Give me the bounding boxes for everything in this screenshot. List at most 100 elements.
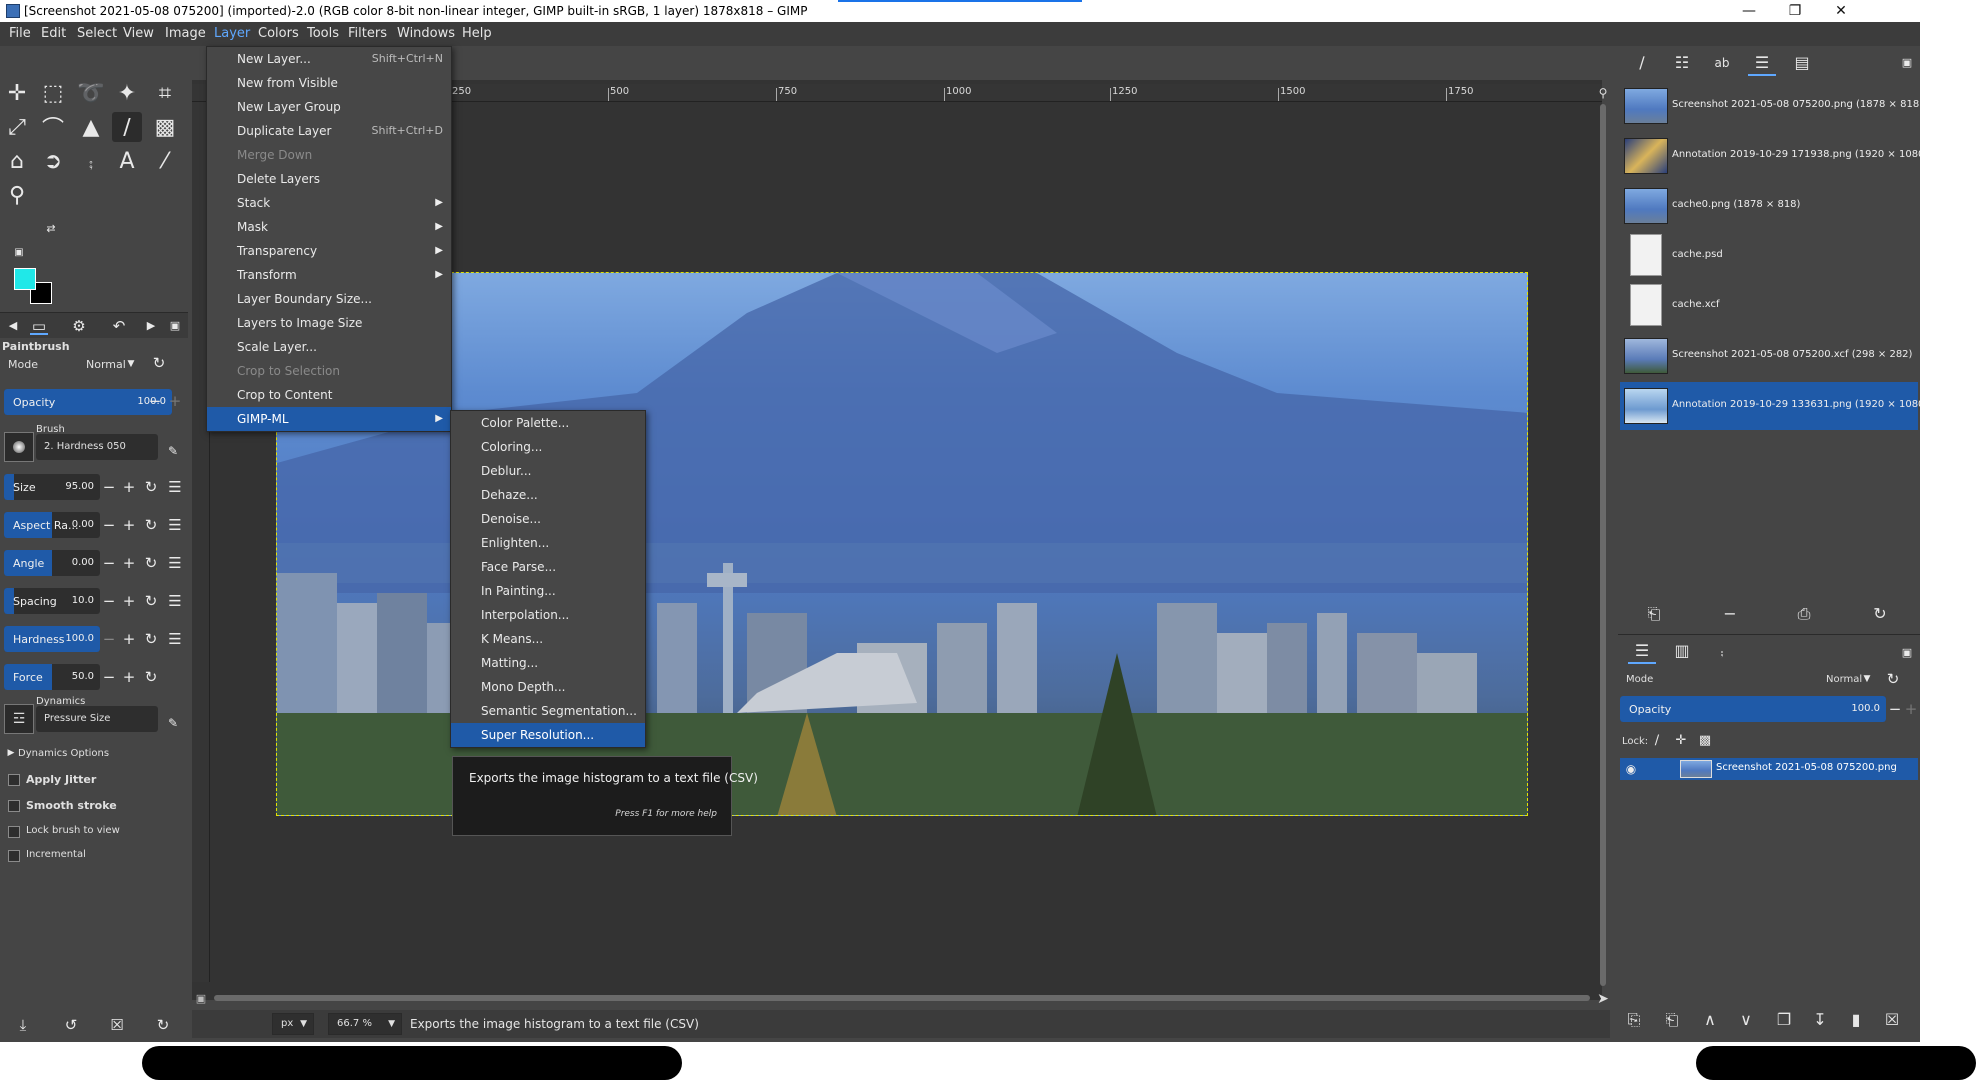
gimp-ml-enlighten[interactable]: Enlighten... <box>451 531 645 555</box>
navigate-corner-icon[interactable]: ▣ <box>192 990 210 1008</box>
aspect-minus-icon[interactable]: − <box>100 516 118 534</box>
brush-preview[interactable] <box>4 432 34 462</box>
hardness-reset-icon[interactable]: ↻ <box>142 630 160 648</box>
image-list-item[interactable]: cache.xcf <box>1620 282 1918 330</box>
smooth-stroke-checkbox[interactable] <box>8 800 20 812</box>
raise-display-icon[interactable]: ⎗ <box>1642 602 1666 626</box>
lower-layer-icon[interactable]: ∨ <box>1734 1008 1758 1032</box>
unit-selector[interactable]: px ▼ <box>272 1013 314 1035</box>
menu-filters[interactable]: Filters <box>340 22 395 46</box>
tab-device-status[interactable]: ⚙ <box>70 317 88 335</box>
size-reset-icon[interactable]: ↻ <box>142 478 160 496</box>
gimp-ml-color-palette[interactable]: Color Palette... <box>451 411 645 435</box>
brush-edit-icon[interactable]: ✎ <box>164 442 182 460</box>
maximize-button[interactable]: ❐ <box>1772 0 1818 22</box>
minimize-button[interactable]: — <box>1726 0 1772 22</box>
hardness-minus-icon[interactable]: − <box>100 630 118 648</box>
merge-layer-icon[interactable]: ↧ <box>1808 1008 1832 1032</box>
gimp-ml-face-parse[interactable]: Face Parse... <box>451 555 645 579</box>
gimp-ml-mono-depth[interactable]: Mono Depth... <box>451 675 645 699</box>
spacing-reset-icon[interactable]: ↻ <box>142 592 160 610</box>
menu-item-new-layer-group[interactable]: New Layer Group <box>207 95 451 119</box>
aspect-reset-icon[interactable]: ↻ <box>142 516 160 534</box>
mode-reset-icon[interactable]: ↻ <box>150 354 168 372</box>
tab-right-arrow-icon[interactable]: ▶ <box>142 317 160 335</box>
duplicate-layer-icon[interactable]: ❐ <box>1772 1008 1796 1032</box>
layers-tab-icon[interactable]: ☰ <box>1628 638 1656 664</box>
menu-item-layer-boundary-size[interactable]: Layer Boundary Size... <box>207 287 451 311</box>
force-minus-icon[interactable]: − <box>100 668 118 686</box>
dynamics-edit-icon[interactable]: ✎ <box>164 714 182 732</box>
force-slider[interactable]: Force 50.0 <box>4 664 100 690</box>
gimp-ml-super-resolution[interactable]: Super Resolution... <box>451 723 645 747</box>
menu-item-new-from-visible[interactable]: New from Visible <box>207 71 451 95</box>
channels-tab-icon[interactable]: ▥ <box>1668 638 1696 664</box>
gimp-ml-dehaze[interactable]: Dehaze... <box>451 483 645 507</box>
size-link-icon[interactable]: ☰ <box>166 478 184 496</box>
delete-tool-preset-icon[interactable]: ☒ <box>108 1016 126 1034</box>
image-list-item[interactable]: Screenshot 2021-05-08 075200.xcf (298 × … <box>1620 332 1918 380</box>
menu-help[interactable]: Help <box>454 22 500 46</box>
horizontal-scrollbar[interactable] <box>214 995 1590 1001</box>
menu-item-transform[interactable]: Transform ▶ <box>207 263 451 287</box>
tab-tool-options[interactable]: ▭ <box>30 317 48 335</box>
dynamics-icon[interactable]: ☲ <box>4 704 34 734</box>
fuzzy-select-tool-icon[interactable]: ✦ <box>112 78 142 108</box>
image-list-item-selected[interactable]: Annotation 2019-10-29 133631.png (1920 ×… <box>1620 382 1920 430</box>
paths-tool-icon[interactable]: ⨾ <box>76 146 106 176</box>
smudge-tool-icon[interactable]: ➲ <box>38 146 68 176</box>
dock-menu-icon[interactable]: ▣ <box>1898 54 1916 72</box>
save-tool-preset-icon[interactable]: ⤓ <box>14 1016 32 1034</box>
zoom-tool-icon[interactable]: ⚲ <box>2 180 32 210</box>
opacity-minus-icon[interactable]: − <box>146 392 164 410</box>
dynamics-field[interactable]: Pressure Size <box>36 706 158 732</box>
lock-alpha-icon[interactable]: ▩ <box>1696 732 1714 750</box>
create-display-icon[interactable]: ⎙ <box>1792 602 1816 626</box>
color-picker-tool-icon[interactable]: ⁄ <box>150 146 180 176</box>
aspect-slider[interactable]: Aspect Ra... 0.00 <box>4 512 100 538</box>
menu-item-gimp-ml[interactable]: GIMP-ML ▶ <box>207 407 451 431</box>
image-list-item[interactable]: Screenshot 2021-05-08 075200.png (1878 ×… <box>1620 82 1920 130</box>
menu-item-duplicate-layer[interactable]: Duplicate Layer Shift+Ctrl+D <box>207 119 451 143</box>
refresh-images-icon[interactable]: ↻ <box>1868 602 1892 626</box>
text-tool-icon[interactable]: A <box>112 146 142 176</box>
reset-tool-options-icon[interactable]: ↻ <box>154 1016 172 1034</box>
restore-tool-preset-icon[interactable]: ↺ <box>62 1016 80 1034</box>
mode-value[interactable]: Normal <box>86 358 126 371</box>
mode-dropdown-icon[interactable]: ▼ <box>122 355 140 373</box>
gimp-ml-semantic-segmentation[interactable]: Semantic Segmentation... <box>451 699 645 723</box>
layer-mask-icon[interactable]: ▮ <box>1844 1008 1868 1032</box>
angle-slider[interactable]: Angle 0.00 <box>4 550 100 576</box>
angle-link-icon[interactable]: ☰ <box>166 554 184 572</box>
layers-mode-dropdown-icon[interactable]: ▼ <box>1858 670 1876 688</box>
menu-windows[interactable]: Windows <box>389 22 463 46</box>
opacity-plus-icon[interactable]: + <box>166 392 184 410</box>
spacing-plus-icon[interactable]: + <box>120 592 138 610</box>
angle-minus-icon[interactable]: − <box>100 554 118 572</box>
raise-layer-icon[interactable]: ∧ <box>1698 1008 1722 1032</box>
menu-edit[interactable]: Edit <box>33 22 74 46</box>
gimp-ml-in-painting[interactable]: In Painting... <box>451 579 645 603</box>
layers-dock-menu-icon[interactable]: ▣ <box>1898 644 1916 662</box>
delete-image-icon[interactable]: − <box>1718 602 1742 626</box>
tab-undo-history[interactable]: ↶ <box>110 317 128 335</box>
layers-mode-value[interactable]: Normal <box>1826 674 1862 685</box>
layer-opacity-slider[interactable]: Opacity 100.0 <box>1620 696 1886 722</box>
hardness-link-icon[interactable]: ☰ <box>166 630 184 648</box>
layer-row[interactable]: ◉ Screenshot 2021-05-08 075200.png <box>1620 758 1918 780</box>
hardness-plus-icon[interactable]: + <box>120 630 138 648</box>
gimp-ml-interpolation[interactable]: Interpolation... <box>451 603 645 627</box>
new-layer-icon[interactable]: ⎘ <box>1622 1008 1646 1032</box>
size-plus-icon[interactable]: + <box>120 478 138 496</box>
menu-item-new-layer[interactable]: New Layer... Shift+Ctrl+N <box>207 47 451 71</box>
menu-item-stack[interactable]: Stack ▶ <box>207 191 451 215</box>
menu-view[interactable]: View <box>115 22 162 46</box>
gimp-ml-coloring[interactable]: Coloring... <box>451 435 645 459</box>
dynamics-options-label[interactable]: Dynamics Options <box>18 748 109 759</box>
spacing-slider[interactable]: Spacing 10.0 <box>4 588 100 614</box>
gimp-ml-k-means[interactable]: K Means... <box>451 627 645 651</box>
menu-item-mask[interactable]: Mask ▶ <box>207 215 451 239</box>
default-colors-icon[interactable]: ▣ <box>10 244 28 262</box>
size-slider[interactable]: Size 95.00 <box>4 474 100 500</box>
gimp-ml-matting[interactable]: Matting... <box>451 651 645 675</box>
